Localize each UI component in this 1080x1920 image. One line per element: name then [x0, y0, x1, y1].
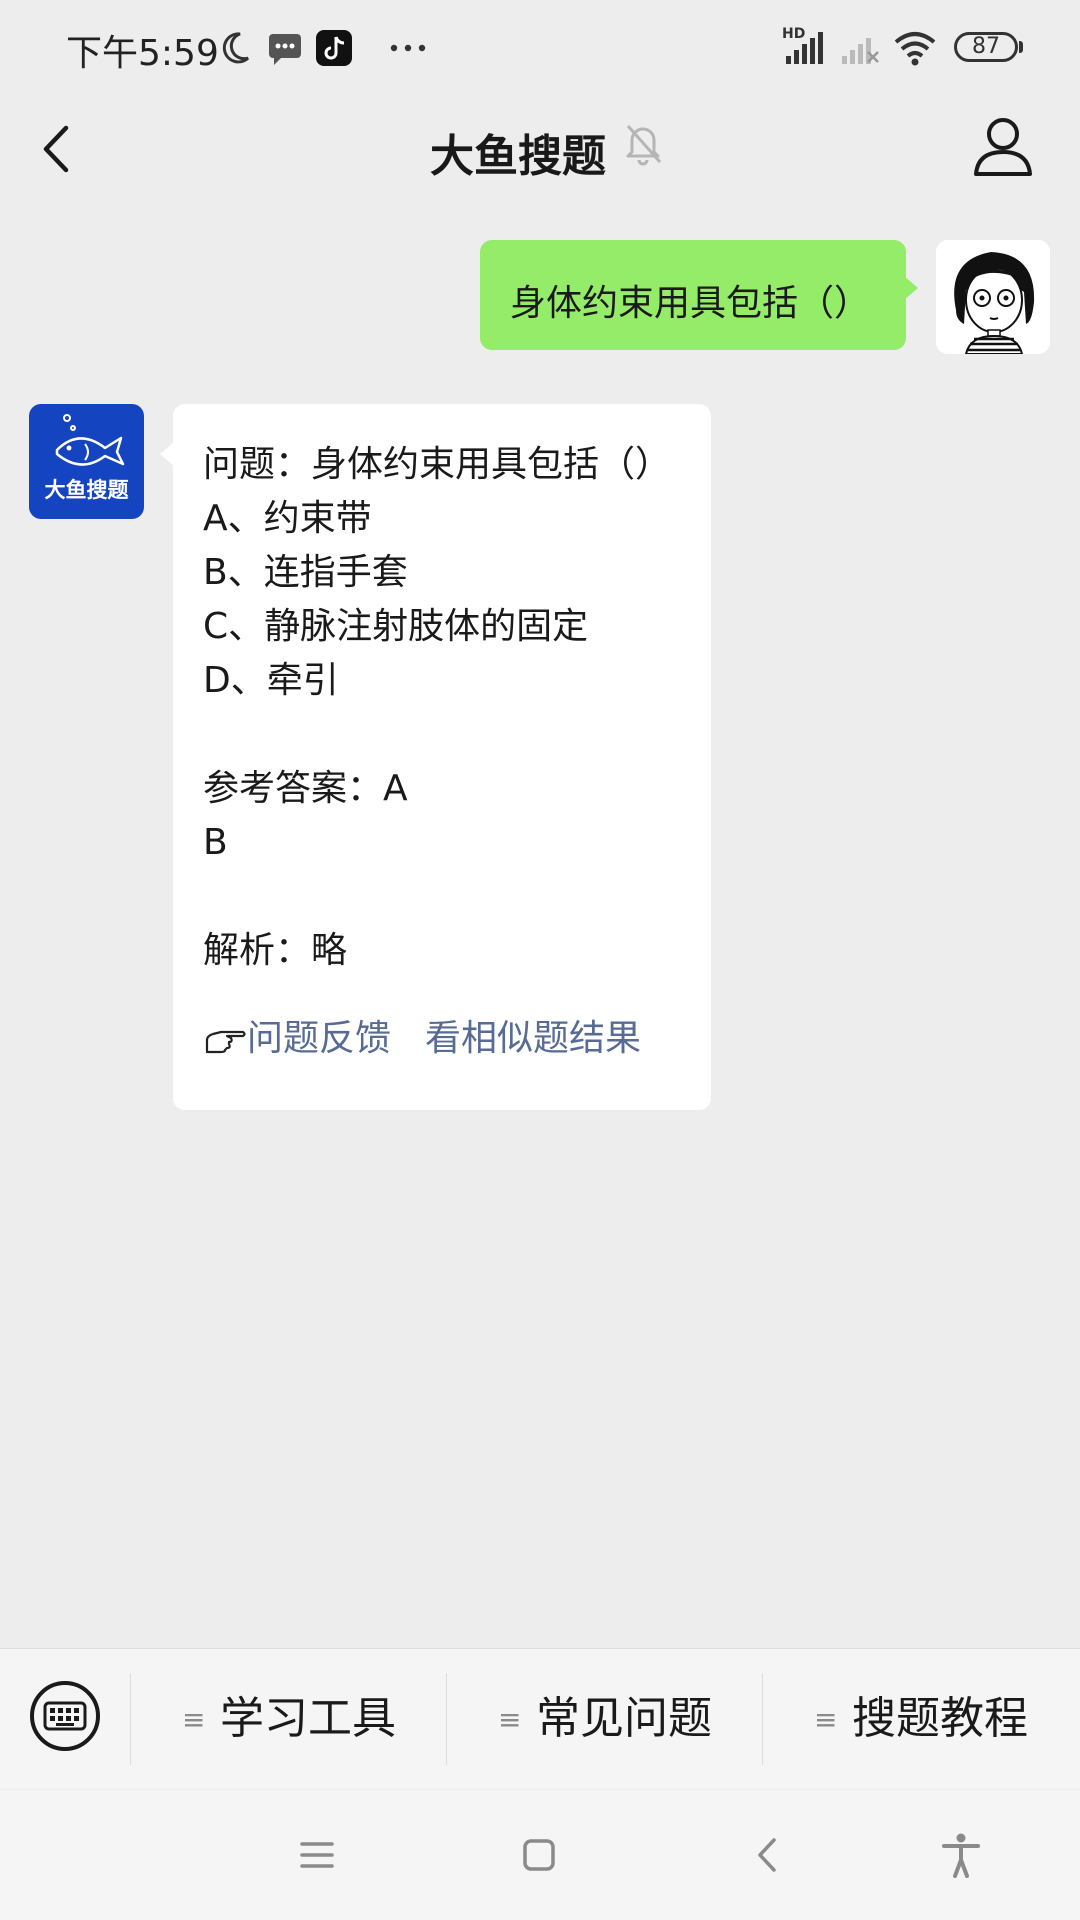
- menu-item-label: 学习工具: [220, 1693, 396, 1744]
- menu-lines-icon: ≡: [182, 1703, 206, 1736]
- menu-nav-icon[interactable]: [292, 1830, 342, 1880]
- chat-header: 大鱼搜题: [0, 96, 1080, 208]
- option-a: A、约束带: [203, 498, 372, 539]
- bot-avatar-label: 大鱼搜题: [44, 478, 129, 502]
- menu-divider: [446, 1673, 447, 1765]
- bot-reply-bubble[interactable]: 问题：身体约束用具包括（） A、约束带 B、连指手套 C、静脉注射肢体的固定 D…: [173, 404, 711, 1110]
- tiktok-icon: [316, 30, 352, 66]
- cartoon-girl-avatar-icon: [936, 240, 1050, 354]
- keyboard-toggle-button[interactable]: [28, 1679, 102, 1753]
- mute-bell-icon: [626, 125, 662, 166]
- signal-icon-sim2: [842, 38, 879, 64]
- chat-screen: 下午5:59 HD 87 大鱼搜题 身体约束用具包括（） 大鱼搜题 问题：身体约…: [0, 0, 1080, 1920]
- option-d: D、牵引: [203, 660, 339, 701]
- hd-badge: HD: [782, 26, 806, 42]
- menu-divider: [130, 1673, 131, 1765]
- option-c: C、静脉注射肢体的固定: [203, 606, 589, 647]
- similar-results-link[interactable]: 看相似题结果: [425, 1018, 641, 1059]
- page-title: 大鱼搜题: [0, 120, 1080, 184]
- user-avatar[interactable]: [936, 240, 1050, 354]
- system-navigation-bar: [0, 1790, 1080, 1920]
- reply-actions: 问题反馈 看相似题结果: [203, 1012, 641, 1066]
- accessibility-icon[interactable]: [936, 1830, 986, 1880]
- page-title-text: 大鱼搜题: [430, 131, 606, 182]
- wifi-icon: [894, 32, 936, 66]
- question-text: 问题：身体约束用具包括（）: [203, 444, 672, 485]
- menu-divider: [762, 1673, 763, 1765]
- profile-button[interactable]: [970, 112, 1036, 182]
- analysis-text: 解析：略: [203, 930, 348, 971]
- status-bar: 下午5:59 HD 87: [0, 0, 1080, 96]
- user-bubble-tail: [904, 276, 918, 300]
- battery-indicator: 87: [954, 32, 1018, 62]
- back-nav-icon[interactable]: [744, 1830, 794, 1880]
- user-message-bubble[interactable]: 身体约束用具包括（）: [480, 240, 906, 350]
- answer-extra: B: [203, 822, 228, 863]
- moon-icon: [222, 32, 250, 64]
- home-nav-icon[interactable]: [514, 1830, 564, 1880]
- message-icon: [269, 34, 301, 65]
- menu-item-tutorial[interactable]: ≡ 搜题教程: [814, 1679, 1028, 1759]
- user-message-text: 身体约束用具包括（）: [510, 283, 871, 324]
- bot-bubble-tail: [160, 442, 174, 466]
- bottom-menu-bar: ≡ 学习工具 ≡ 常见问题 ≡ 搜题教程: [0, 1648, 1080, 1789]
- menu-item-label: 搜题教程: [852, 1693, 1028, 1744]
- menu-item-faq[interactable]: ≡ 常见问题: [498, 1679, 712, 1759]
- menu-lines-icon: ≡: [814, 1703, 838, 1736]
- menu-lines-icon: ≡: [498, 1703, 522, 1736]
- pointing-hand-icon: [205, 1030, 246, 1054]
- status-time: 下午5:59: [66, 33, 219, 74]
- menu-item-label: 常见问题: [536, 1693, 712, 1744]
- more-dots-icon: [390, 44, 426, 52]
- menu-item-study-tools[interactable]: ≡ 学习工具: [182, 1679, 396, 1759]
- answer-label: 参考答案：A: [203, 768, 408, 809]
- battery-nub: [1019, 41, 1023, 53]
- option-b: B、连指手套: [203, 552, 408, 593]
- feedback-link[interactable]: 问题反馈: [247, 1018, 391, 1059]
- bot-avatar[interactable]: 大鱼搜题: [29, 404, 144, 519]
